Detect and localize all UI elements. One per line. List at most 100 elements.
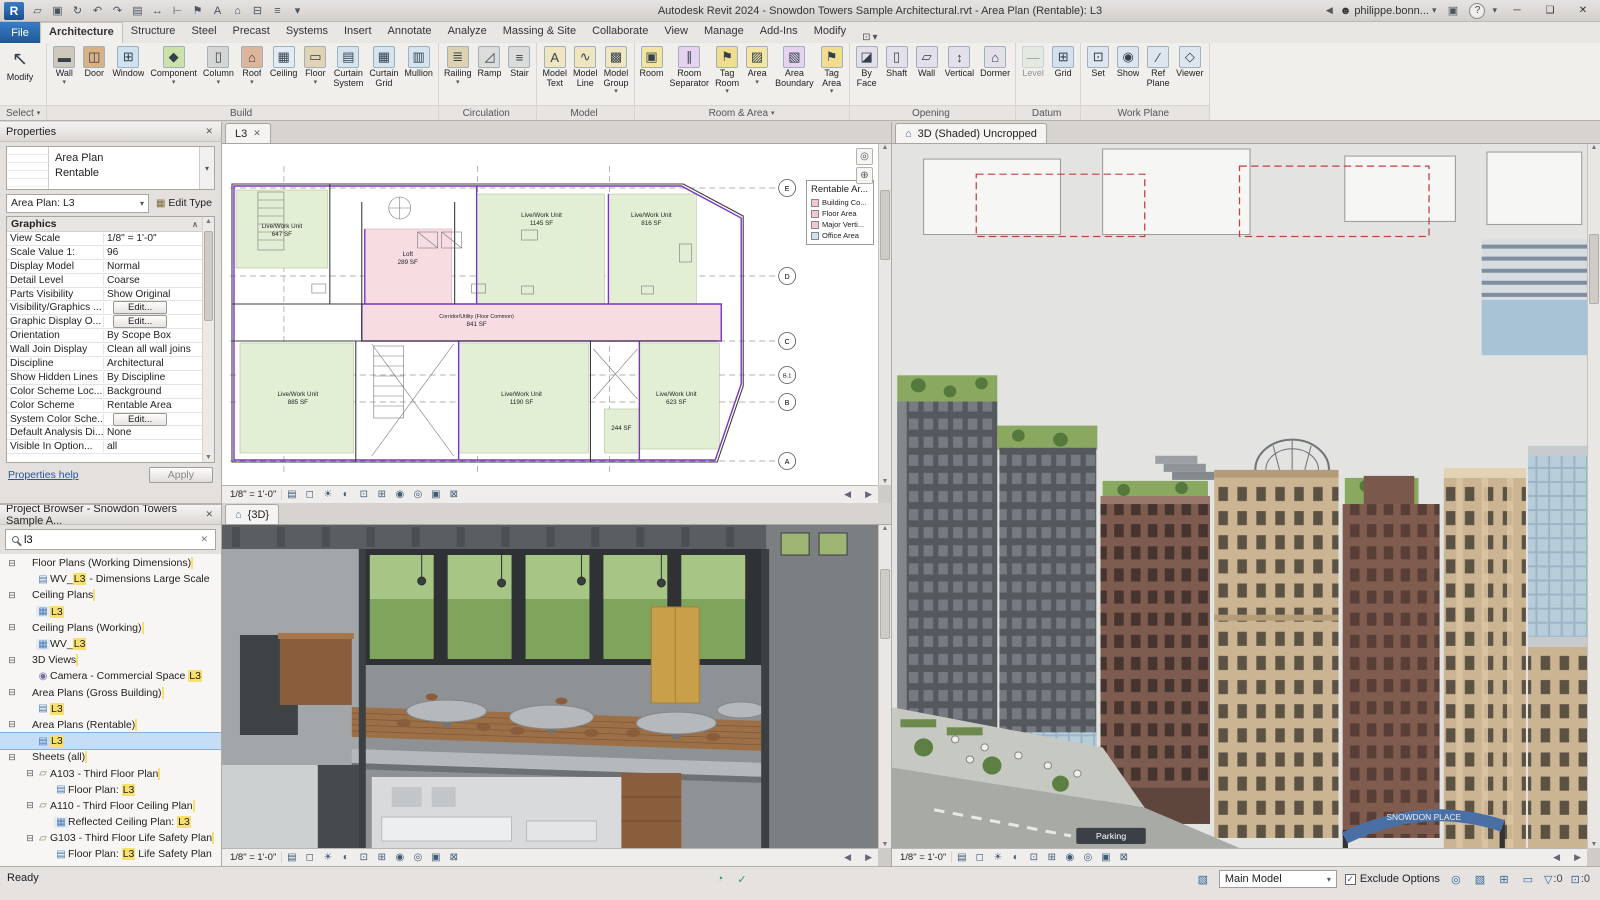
search-input[interactable] (24, 533, 198, 546)
tree-item[interactable]: WV_L3 - Dimensions Large Scale (0, 571, 221, 587)
qat-icon[interactable]: ↷ (108, 2, 127, 20)
property-row[interactable]: Scale Value 1: 96 (7, 246, 202, 260)
view-control-icon[interactable]: ☀ (319, 487, 336, 502)
view-control-icon[interactable]: ◐ (337, 850, 354, 865)
ribbon-button[interactable]: ⊞ Window (109, 44, 147, 87)
type-selector[interactable]: Area Plan Rentable ▾ (6, 146, 215, 190)
active-design-option-select[interactable]: Main Model ▾ (1218, 870, 1337, 888)
scroll-right-icon[interactable]: ▶ (1574, 852, 1581, 863)
vertical-scrollbar[interactable]: ▲ ▼ (1587, 144, 1600, 848)
tree-item[interactable]: ⊟ Sheets (all) (0, 749, 221, 765)
scrollbar-thumb[interactable] (880, 190, 890, 261)
ribbon-tab[interactable]: Modify (806, 22, 854, 43)
scale-button[interactable]: 1/8" = 1'-0" (225, 489, 283, 500)
tree-item[interactable]: ⊟ A103 - Third Floor Plan (0, 765, 221, 781)
view-control-icon[interactable]: ▣ (427, 850, 444, 865)
ribbon-button[interactable]: ≡ Stair (504, 44, 534, 87)
status-tool-icon[interactable]: ▭ (1520, 871, 1536, 887)
property-value[interactable]: all (104, 441, 202, 452)
ribbon-button[interactable]: ↖ Modify (2, 44, 38, 91)
view-control-icon[interactable]: ▣ (1097, 850, 1114, 865)
qat-icon[interactable]: ↻ (68, 2, 87, 20)
property-row[interactable]: Detail Level Coarse (7, 274, 202, 288)
tree-item[interactable]: Reflected Ceiling Plan: L3 (0, 814, 221, 830)
tree-item[interactable]: ⊟ G103 - Third Floor Life Safety Plan (0, 830, 221, 846)
status-tool-icon[interactable]: ▧ (1472, 871, 1488, 887)
ribbon-button[interactable]: ▱ Wall (912, 44, 942, 87)
view-control-icon[interactable]: ◉ (1061, 850, 1078, 865)
tree-item[interactable]: Floor Plan: L3 Life Safety Plan (0, 846, 221, 862)
tree-item[interactable]: Camera - Commercial Space L3 (0, 668, 221, 684)
checkbox[interactable]: ✓ (1344, 873, 1356, 885)
panel-label-datum[interactable]: Datum (1016, 105, 1081, 120)
view-control-icon[interactable]: ⊠ (1115, 850, 1132, 865)
ribbon-button[interactable]: ▧ Area Boundary (772, 44, 817, 96)
property-row[interactable]: Color Scheme Rentable Area (7, 399, 202, 413)
qat-icon[interactable]: A (208, 2, 227, 20)
ribbon-tab[interactable]: Systems (278, 22, 336, 43)
panel-label-model[interactable]: Model (537, 105, 634, 120)
scroll-up-icon[interactable]: ▲ (203, 218, 214, 225)
panel-label-select[interactable]: Select ▾ (0, 105, 47, 120)
clear-search-icon[interactable]: ✕ (197, 534, 211, 545)
qat-icon[interactable]: ▱ (28, 2, 47, 20)
steering-wheel-icon[interactable]: ◎ (856, 148, 873, 165)
property-value[interactable]: Coarse (104, 275, 202, 286)
tree-expander-icon[interactable]: ⊟ (24, 833, 36, 844)
ribbon-button[interactable]: ▦ Ceiling (267, 44, 301, 87)
maximize-button[interactable]: ❑ (1537, 2, 1563, 20)
property-value[interactable]: Edit... (104, 315, 202, 329)
scroll-up-icon[interactable]: ▲ (1588, 144, 1600, 151)
property-value[interactable]: None (104, 427, 202, 438)
tree-item[interactable]: Floor Plan: L3 (0, 782, 221, 798)
view-tab-3d-shaded[interactable]: ⌂ 3D (Shaded) Uncropped (895, 123, 1047, 143)
view-control-icon[interactable]: ⊡ (355, 850, 372, 865)
scrollbar-thumb[interactable] (1589, 233, 1599, 304)
view-control-icon[interactable]: ☀ (989, 850, 1006, 865)
panel-label-work-plane[interactable]: Work Plane (1081, 105, 1209, 120)
ribbon-tab[interactable]: Structure (123, 22, 184, 43)
property-value[interactable]: Normal (104, 261, 202, 272)
property-row[interactable]: Color Scheme Loc... Background (7, 385, 202, 399)
ribbon-button[interactable]: ∥ Room Separator (667, 44, 713, 96)
floor-plan-drawing[interactable]: Live/Work Unit 647 SF Loft 289 SF Live/W… (222, 144, 878, 485)
scrollbar-thumb[interactable] (204, 231, 213, 321)
status-icon[interactable]: ◔ (712, 871, 728, 887)
ribbon-button[interactable]: ▬ Wall ▾ (49, 44, 79, 87)
scroll-down-icon[interactable]: ▼ (879, 478, 891, 485)
ribbon-button[interactable]: ◫ Door (79, 44, 109, 87)
tree-item[interactable]: WV_L3 (0, 636, 221, 652)
ribbon-tab[interactable]: Massing & Site (495, 22, 584, 43)
panel-label-opening[interactable]: Opening (849, 105, 1016, 120)
close-icon[interactable]: ✕ (203, 126, 215, 137)
property-row[interactable]: System Color Sche... Edit... (7, 412, 202, 427)
view-control-icon[interactable]: ⊞ (373, 850, 390, 865)
property-row[interactable]: Default Analysis Di... None (7, 426, 202, 441)
property-group-graphics[interactable]: Graphics ∧ (7, 217, 202, 232)
ribbon-tab[interactable]: Collaborate (584, 22, 656, 43)
view-control-icon[interactable]: ◐ (1007, 850, 1024, 865)
ribbon-button[interactable]: ⚑ Tag Room ▾ (712, 44, 742, 96)
close-button[interactable]: ✕ (1570, 2, 1596, 20)
view-control-icon[interactable]: ◎ (1079, 850, 1096, 865)
view-control-icon[interactable]: ▤ (283, 487, 300, 502)
view-control-icon[interactable]: ▣ (427, 487, 444, 502)
minimize-button[interactable]: ─ (1504, 2, 1530, 20)
vertical-scrollbar[interactable]: ▲ ▼ (878, 525, 891, 848)
scroll-left-icon[interactable]: ◀ (844, 852, 851, 863)
view-control-icon[interactable]: ◉ (391, 487, 408, 502)
qat-icon[interactable]: ≡ (268, 2, 287, 20)
color-scheme-legend[interactable]: Rentable Ar... Building Co... Floor Area (806, 180, 874, 245)
view-control-icon[interactable]: ◐ (337, 487, 354, 502)
property-row[interactable]: Orientation By Scope Box (7, 329, 202, 344)
ribbon-tab[interactable]: Precast (225, 22, 278, 43)
view-control-icon[interactable]: ⊠ (445, 850, 462, 865)
tree-expander-icon[interactable]: ⊟ (6, 719, 18, 730)
collapse-icon[interactable]: ◀ (1326, 5, 1333, 16)
view-control-icon[interactable]: ⊠ (445, 487, 462, 502)
tree-item[interactable]: ⊟ Area Plans (Gross Building) (0, 685, 221, 701)
ribbon-button[interactable]: A Model Text (539, 44, 570, 96)
property-value[interactable]: Edit... (104, 301, 202, 315)
filter-selection-count[interactable]: ▽ :0 (1544, 873, 1563, 886)
tree-item[interactable]: ⊟ A110 - Third Floor Ceiling Plan (0, 798, 221, 814)
